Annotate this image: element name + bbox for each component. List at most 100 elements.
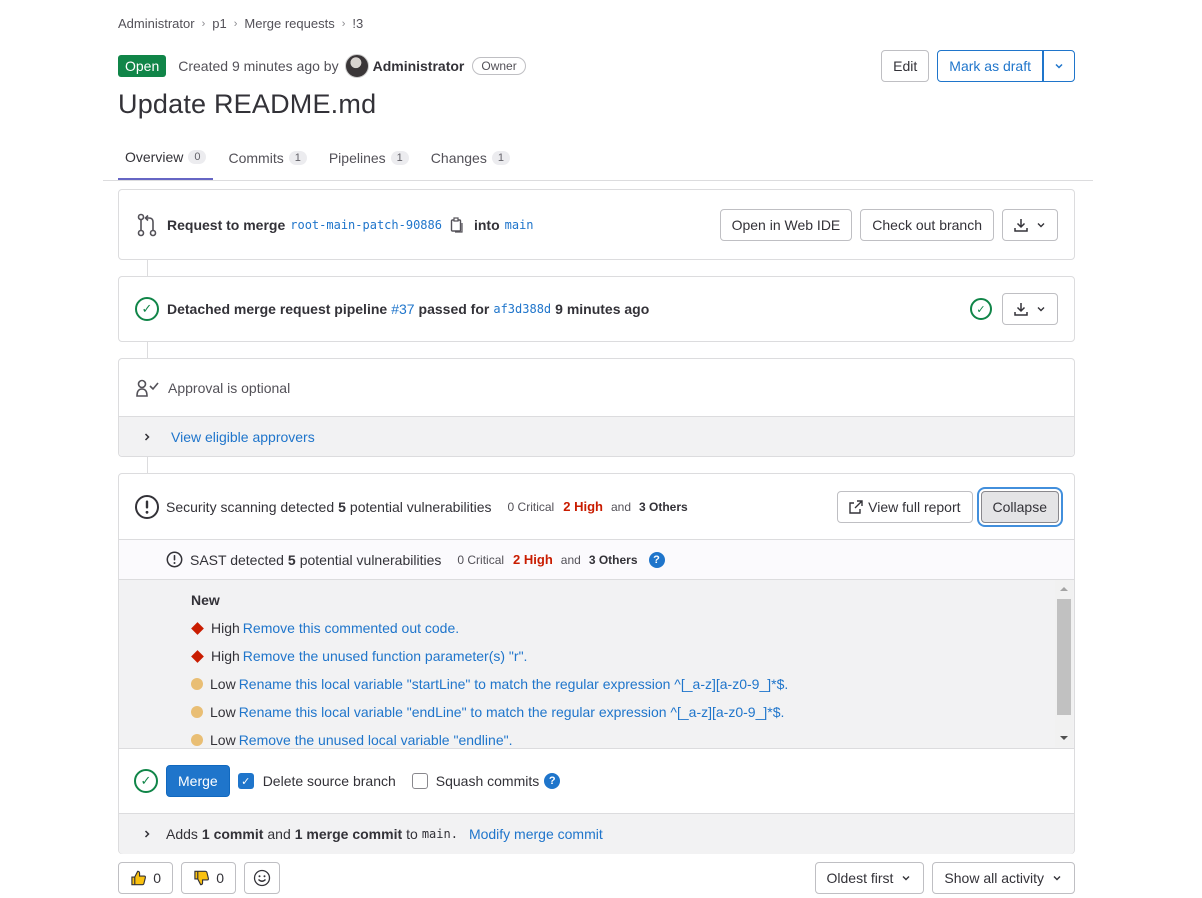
activity-filter-dropdown[interactable]: Show all activity [932, 862, 1075, 894]
draft-dropdown-toggle[interactable] [1043, 50, 1075, 82]
security-merge-card: Security scanning detected 5 potential v… [118, 473, 1075, 854]
tab-label: Pipelines [328, 150, 386, 166]
list-item: Low Rename this local variable "startLin… [191, 670, 1074, 698]
breadcrumb-item[interactable]: Administrator [118, 16, 195, 31]
tabs-divider [103, 180, 1093, 181]
merge-commit-count: 1 merge commit [294, 826, 403, 842]
severity-low-icon [191, 734, 203, 746]
artifacts-dropdown[interactable] [1002, 293, 1058, 325]
tab-commits[interactable]: Commits 1 [221, 136, 313, 180]
modify-merge-commit-link[interactable]: Modify merge commit [469, 826, 603, 842]
thumbs-up-icon [131, 870, 146, 886]
squash-commits-checkbox[interactable] [411, 773, 428, 789]
check-out-branch-button[interactable]: Check out branch [860, 208, 994, 241]
stage-passed-icon[interactable]: ✓ [970, 298, 992, 320]
help-icon[interactable]: ? [544, 773, 561, 789]
download-icon [1014, 218, 1028, 232]
thumbs-up-button[interactable]: 0 [118, 862, 173, 894]
collapse-button[interactable]: Collapse [980, 490, 1059, 523]
target-branch-link[interactable]: main [505, 218, 534, 232]
thumbs-down-icon [194, 870, 209, 886]
adds-label: Adds [166, 826, 198, 842]
security-summary-suffix: potential vulnerabilities [349, 498, 492, 515]
timeline-connector [147, 260, 148, 276]
merge-button[interactable]: Merge [166, 765, 230, 797]
warning-circle-icon [134, 494, 160, 520]
approval-text: Approval is optional [168, 379, 291, 396]
chevron-down-icon [1055, 63, 1063, 69]
new-label: New [191, 592, 220, 608]
list-item: High Remove this commented out code. [191, 614, 1074, 642]
severity-label: Low [210, 732, 236, 748]
tab-changes[interactable]: Changes 1 [424, 136, 517, 180]
tab-count: 1 [491, 151, 510, 165]
target-branch: main. [421, 827, 458, 841]
vulnerability-list: New High Remove this commented out code.… [119, 579, 1074, 748]
mark-as-draft-button[interactable]: Mark as draft [937, 50, 1043, 82]
warning-circle-icon [166, 551, 183, 568]
mr-header: Open Created 9 minutes ago by Administra… [118, 50, 1075, 82]
tab-overview[interactable]: Overview 0 [118, 136, 214, 180]
download-dropdown[interactable] [1002, 208, 1058, 241]
security-summary-text: Security scanning detected [166, 498, 335, 515]
thumbs-down-button[interactable]: 0 [181, 862, 236, 894]
view-full-report-button[interactable]: View full report [837, 490, 973, 523]
source-branch-link[interactable]: root-main-patch-90886 [290, 218, 442, 232]
breadcrumb-item[interactable]: !3 [352, 16, 363, 31]
tab-label: Changes [430, 150, 487, 166]
critical-count: 0 Critical [457, 552, 505, 567]
squash-commits-label[interactable]: Squash commits [436, 773, 539, 789]
tab-pipelines[interactable]: Pipelines 1 [322, 136, 416, 180]
view-eligible-approvers-link[interactable]: View eligible approvers [171, 429, 315, 445]
breadcrumb-item[interactable]: p1 [212, 16, 226, 31]
pipeline-card: ✓ Detached merge request pipeline #37 pa… [118, 276, 1075, 342]
sort-label: Oldest first [826, 870, 894, 886]
open-web-ide-button[interactable]: Open in Web IDE [719, 208, 853, 241]
copy-branch-icon[interactable] [450, 216, 464, 233]
draft-split-button: Mark as draft [937, 50, 1075, 82]
chevron-right-icon[interactable] [141, 431, 153, 443]
edit-button[interactable]: Edit [881, 50, 930, 82]
and-label: and [267, 826, 291, 842]
help-icon[interactable]: ? [648, 551, 665, 568]
vulnerability-link[interactable]: Rename this local variable "endLine" to … [239, 704, 785, 720]
activity-label: Show all activity [944, 870, 1044, 886]
vulnerability-link[interactable]: Rename this local variable "startLine" t… [239, 676, 789, 692]
sast-summary-text: SAST detected [190, 551, 284, 568]
scrollbar[interactable] [1055, 580, 1073, 747]
commit-count: 1 commit [201, 826, 264, 842]
add-reaction-button[interactable] [244, 862, 280, 894]
thumbs-down-count: 0 [216, 870, 224, 886]
external-link-icon [849, 499, 863, 514]
scroll-up-icon[interactable] [1055, 580, 1073, 598]
vulnerability-link[interactable]: Remove this commented out code. [243, 620, 459, 636]
delete-source-branch-label[interactable]: Delete source branch [263, 773, 396, 789]
chevron-right-icon[interactable] [141, 828, 153, 840]
pipeline-passed-icon[interactable]: ✓ [135, 297, 159, 321]
smiley-icon [253, 869, 271, 887]
author-link[interactable]: Administrator [373, 58, 465, 74]
and-label: and [610, 499, 631, 514]
request-prefix: Request to merge [167, 216, 286, 233]
scrollbar-thumb[interactable] [1057, 599, 1071, 715]
mr-tabs: Overview 0 Commits 1 Pipelines 1 Changes 1 [118, 136, 525, 180]
commit-sha-link[interactable]: af3d388d [493, 302, 551, 316]
into-label: into [473, 216, 500, 233]
merge-ready-icon: ✓ [134, 769, 158, 793]
pipeline-id-link[interactable]: #37 [391, 301, 414, 317]
and-label: and [560, 552, 581, 567]
chevron-down-icon [902, 876, 910, 881]
page-title: Update README.md [118, 89, 377, 119]
scroll-down-icon[interactable] [1055, 729, 1073, 747]
severity-high-icon [191, 621, 204, 635]
vulnerability-link[interactable]: Remove the unused local variable "endlin… [239, 732, 513, 748]
pipeline-prefix: Detached merge request pipeline [167, 301, 388, 317]
severity-label: Low [210, 704, 236, 720]
avatar[interactable] [344, 54, 369, 78]
vulnerability-link[interactable]: Remove the unused function parameter(s) … [243, 648, 528, 664]
delete-source-branch-checkbox[interactable]: ✓ [237, 773, 254, 789]
severity-high-icon [191, 649, 204, 663]
breadcrumb-item[interactable]: Merge requests [244, 16, 334, 31]
sort-dropdown[interactable]: Oldest first [814, 862, 925, 894]
severity-label: High [211, 620, 240, 636]
